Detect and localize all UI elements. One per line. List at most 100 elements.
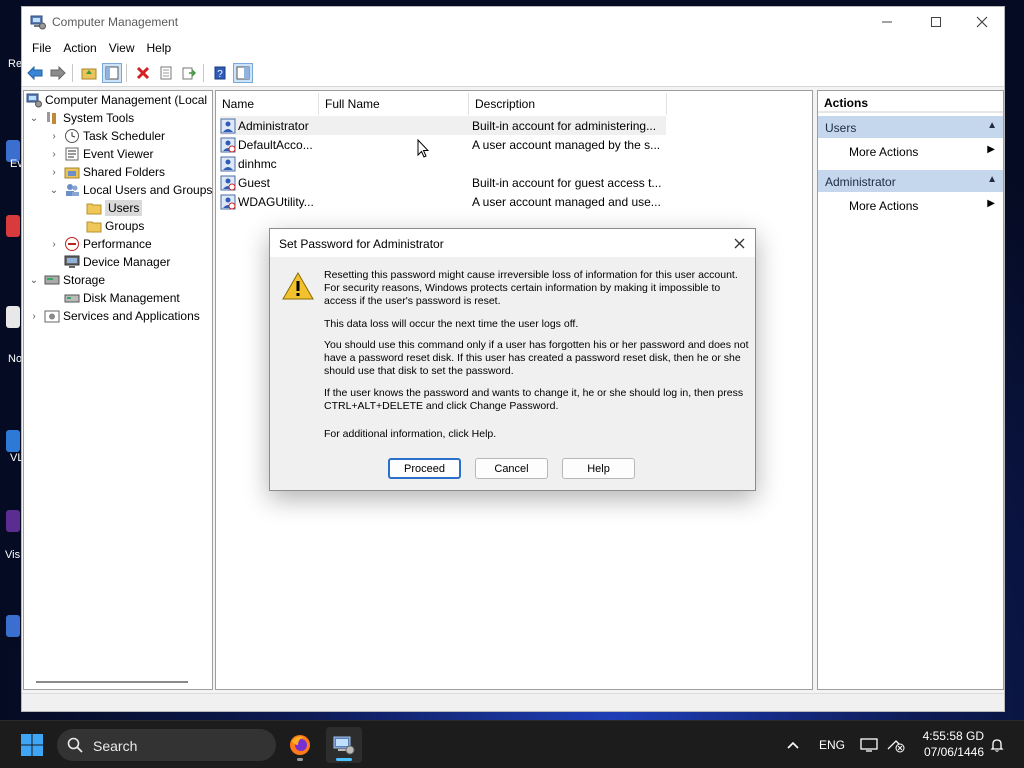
action-pane-icon — [236, 66, 250, 80]
tree-item-system-tools[interactable]: ⌄ System Tools — [28, 109, 134, 127]
toolbar-separator — [126, 64, 127, 82]
proceed-button[interactable]: Proceed — [388, 458, 461, 479]
actions-section-users[interactable]: Users ▲ — [818, 116, 1003, 138]
show-hidden-icons-button[interactable] — [786, 721, 800, 768]
list-row-wdagutilityaccount[interactable]: WDAGUtility... A user account managed an… — [220, 192, 666, 211]
tree-item-local-users-and-groups[interactable]: ⌄ Local Users and Groups — [48, 181, 212, 199]
menu-help[interactable]: Help — [141, 37, 178, 59]
tree-item-event-viewer[interactable]: › Event Viewer — [48, 145, 153, 163]
user-description: A user account managed and use... — [472, 194, 661, 209]
export-list-button[interactable] — [179, 63, 199, 83]
menu-file[interactable]: File — [26, 37, 57, 59]
desktop-app-icon[interactable] — [6, 215, 20, 237]
forward-button[interactable] — [48, 63, 68, 83]
list-row-administrator[interactable]: Administrator Built-in account for admin… — [220, 116, 666, 135]
window-title: Computer Management — [52, 15, 179, 29]
minimize-button[interactable] — [864, 7, 910, 37]
more-actions-administrator[interactable]: More Actions ▶ — [818, 194, 1003, 216]
clock-icon — [64, 128, 80, 144]
back-button[interactable] — [25, 63, 45, 83]
user-icon — [220, 156, 236, 172]
firefox-icon — [290, 735, 310, 755]
collapse-up-icon[interactable]: ▲ — [987, 174, 997, 185]
list-row-guest[interactable]: Guest Built-in account for guest access … — [220, 173, 666, 192]
display-tray-button[interactable] — [860, 721, 878, 768]
desktop-app-icon[interactable] — [6, 430, 20, 452]
tree-item-users[interactable]: Users — [82, 199, 143, 217]
dialog-paragraph: You should use this command only if a us… — [324, 339, 749, 377]
taskbar-computer-management[interactable] — [326, 727, 362, 763]
tree-item-shared-folders[interactable]: › Shared Folders — [48, 163, 165, 181]
tree-item-computer-management[interactable]: Computer Management (Local — [26, 91, 207, 109]
chevron-right-icon[interactable]: › — [48, 131, 60, 142]
tree-item-performance[interactable]: › Performance — [48, 235, 152, 253]
dialog-paragraph: Resetting this password might cause irre… — [324, 269, 738, 307]
column-header-description[interactable]: Description — [469, 93, 667, 115]
maximize-button[interactable] — [913, 7, 959, 37]
set-password-dialog: Set Password for Administrator Resetting… — [269, 228, 756, 491]
chevron-right-icon[interactable]: › — [28, 311, 40, 322]
column-header-name[interactable]: Name — [216, 93, 319, 115]
language-indicator[interactable]: ENG — [819, 721, 845, 768]
chevron-down-icon[interactable]: ⌄ — [28, 275, 40, 286]
maximize-icon — [931, 17, 941, 27]
tree-item-label: Groups — [105, 219, 145, 233]
dialog-titlebar[interactable]: Set Password for Administrator — [270, 229, 755, 257]
menu-view[interactable]: View — [103, 37, 141, 59]
tree-horizontal-scrollbar[interactable] — [36, 681, 188, 683]
chevron-down-icon[interactable]: ⌄ — [48, 185, 60, 196]
tree-item-label: Services and Applications — [63, 309, 200, 323]
help-dialog-button[interactable]: Help — [562, 458, 635, 479]
delete-button[interactable] — [133, 63, 153, 83]
export-icon — [182, 67, 196, 80]
user-icon — [220, 137, 236, 153]
menu-action[interactable]: Action — [57, 37, 102, 59]
taskbar-firefox[interactable] — [282, 727, 318, 763]
column-header-full-name[interactable]: Full Name — [319, 93, 469, 115]
display-icon — [860, 738, 878, 752]
network-volume-tray-button[interactable] — [886, 721, 906, 768]
submenu-arrow-icon: ▶ — [987, 144, 995, 155]
collapse-up-icon[interactable]: ▲ — [987, 120, 997, 131]
tree-item-disk-management[interactable]: Disk Management — [60, 289, 180, 307]
console-tree: Computer Management (Local ⌄ System Tool… — [23, 90, 213, 690]
actions-section-administrator[interactable]: Administrator ▲ — [818, 170, 1003, 192]
menu-bar: File Action View Help — [22, 37, 1004, 59]
chevron-right-icon[interactable]: › — [48, 239, 60, 250]
shared-folders-icon — [64, 164, 80, 180]
help-button[interactable]: ? — [210, 63, 230, 83]
more-actions-users[interactable]: More Actions ▶ — [818, 140, 1003, 162]
tree-item-task-scheduler[interactable]: › Task Scheduler — [48, 127, 165, 145]
chevron-down-icon[interactable]: ⌄ — [28, 113, 40, 124]
start-button[interactable] — [14, 727, 50, 763]
tree-item-groups[interactable]: Groups — [82, 217, 144, 235]
window-titlebar[interactable]: Computer Management — [22, 7, 1004, 37]
desktop-app-icon[interactable] — [6, 615, 20, 637]
taskbar-search-box[interactable]: Search — [57, 729, 276, 761]
up-one-level-button[interactable] — [79, 63, 99, 83]
active-indicator — [336, 758, 352, 761]
chevron-right-icon[interactable]: › — [48, 167, 60, 178]
list-row-dinhmc[interactable]: dinhmc — [220, 154, 666, 173]
dialog-close-button[interactable] — [729, 233, 749, 253]
cancel-button[interactable]: Cancel — [475, 458, 548, 479]
list-row-defaultaccount[interactable]: DefaultAcco... A user account managed by… — [220, 135, 666, 154]
taskbar-clock[interactable]: 4:55:58 GD 07/06/1446 — [912, 728, 984, 760]
notifications-button[interactable] — [989, 721, 1005, 768]
show-hide-console-tree-button[interactable] — [102, 63, 122, 83]
actions-pane: Actions Users ▲ More Actions ▶ Administr… — [817, 90, 1004, 690]
desktop-app-icon[interactable] — [6, 306, 20, 328]
desktop-app-icon[interactable] — [6, 510, 20, 532]
dialog-paragraph: This data loss will occur the next time … — [324, 318, 579, 330]
properties-button[interactable] — [156, 63, 176, 83]
actions-section-title: Users — [825, 121, 857, 135]
tree-item-device-manager[interactable]: Device Manager — [60, 253, 170, 271]
close-button[interactable] — [959, 7, 1005, 37]
svg-text:?: ? — [217, 69, 223, 80]
chevron-right-icon[interactable]: › — [48, 149, 60, 160]
tree-item-services-and-applications[interactable]: › Services and Applications — [28, 307, 200, 325]
tree-item-storage[interactable]: ⌄ Storage — [28, 271, 105, 289]
clock-date: 07/06/1446 — [923, 745, 984, 759]
show-hide-action-pane-button[interactable] — [233, 63, 253, 83]
help-book-icon: ? — [214, 66, 226, 80]
